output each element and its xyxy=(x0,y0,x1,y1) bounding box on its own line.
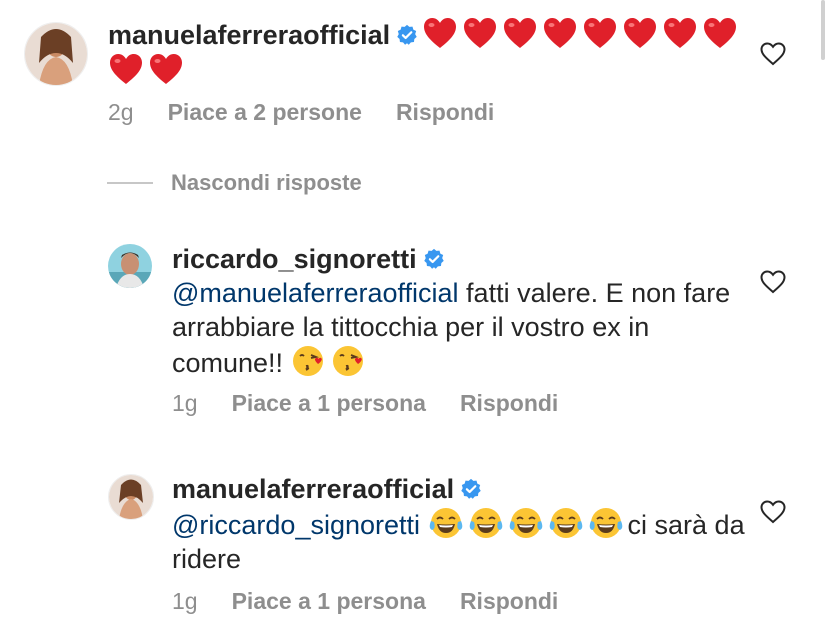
emoji-row xyxy=(291,346,371,378)
reply-button[interactable]: Rispondi xyxy=(460,588,558,615)
scrollbar[interactable] xyxy=(821,0,825,60)
likes-count[interactable]: Piace a 1 persona xyxy=(232,588,426,615)
red-heart-emoji-icon xyxy=(148,52,184,86)
red-heart-emoji-icon xyxy=(622,16,658,50)
mention-link[interactable]: @riccardo_signoretti xyxy=(172,510,420,540)
likes-count[interactable]: Piace a 2 persone xyxy=(168,99,362,126)
comment-meta: 2g Piace a 2 persone Rispondi xyxy=(108,99,528,126)
timestamp: 1g xyxy=(172,390,198,416)
tears-of-joy-emoji-icon xyxy=(588,506,624,540)
comment-body: manuelaferreraofficial @riccardo_signore… xyxy=(172,472,758,576)
verified-badge-icon xyxy=(460,474,482,499)
reply-button[interactable]: Rispondi xyxy=(460,390,558,417)
comment-meta: 1g Piace a 1 persona Rispondi xyxy=(172,390,592,417)
like-heart-icon[interactable] xyxy=(760,42,786,66)
verified-badge-icon xyxy=(396,20,418,45)
like-heart-icon[interactable] xyxy=(760,270,786,294)
red-heart-emoji-icon xyxy=(422,16,458,50)
emoji-row xyxy=(428,508,628,540)
comment-body: manuelaferreraofficial xyxy=(108,16,758,88)
tears-of-joy-emoji-icon xyxy=(508,506,544,540)
red-heart-emoji-icon xyxy=(108,52,144,86)
red-heart-emoji-icon xyxy=(462,16,498,50)
username[interactable]: manuelaferreraofficial xyxy=(172,474,454,504)
avatar[interactable] xyxy=(24,22,88,86)
red-heart-emoji-icon xyxy=(662,16,698,50)
username[interactable]: manuelaferreraofficial xyxy=(108,20,390,50)
red-heart-emoji-icon xyxy=(582,16,618,50)
tears-of-joy-emoji-icon xyxy=(468,506,504,540)
timestamp: 1g xyxy=(172,588,198,614)
verified-badge-icon xyxy=(423,244,445,269)
timestamp: 2g xyxy=(108,99,134,125)
avatar[interactable] xyxy=(108,244,152,288)
divider xyxy=(107,182,153,184)
hide-replies-button[interactable]: Nascondi risposte xyxy=(107,170,362,196)
kissing-face-emoji-icon xyxy=(291,344,327,378)
likes-count[interactable]: Piace a 1 persona xyxy=(232,390,426,417)
kissing-face-emoji-icon xyxy=(331,344,367,378)
comment-body: riccardo_signoretti @manuelaferreraoffic… xyxy=(172,242,758,380)
tears-of-joy-emoji-icon xyxy=(548,506,584,540)
mention-link[interactable]: @manuelaferreraofficial xyxy=(172,278,459,308)
hide-replies-label: Nascondi risposte xyxy=(171,170,362,195)
tears-of-joy-emoji-icon xyxy=(428,506,464,540)
red-heart-emoji-icon xyxy=(702,16,738,50)
red-heart-emoji-icon xyxy=(502,16,538,50)
reply-button[interactable]: Rispondi xyxy=(396,99,494,126)
comment-meta: 1g Piace a 1 persona Rispondi xyxy=(172,588,592,615)
red-heart-emoji-icon xyxy=(542,16,578,50)
avatar[interactable] xyxy=(108,474,154,520)
username[interactable]: riccardo_signoretti xyxy=(172,244,417,274)
like-heart-icon[interactable] xyxy=(760,500,786,524)
